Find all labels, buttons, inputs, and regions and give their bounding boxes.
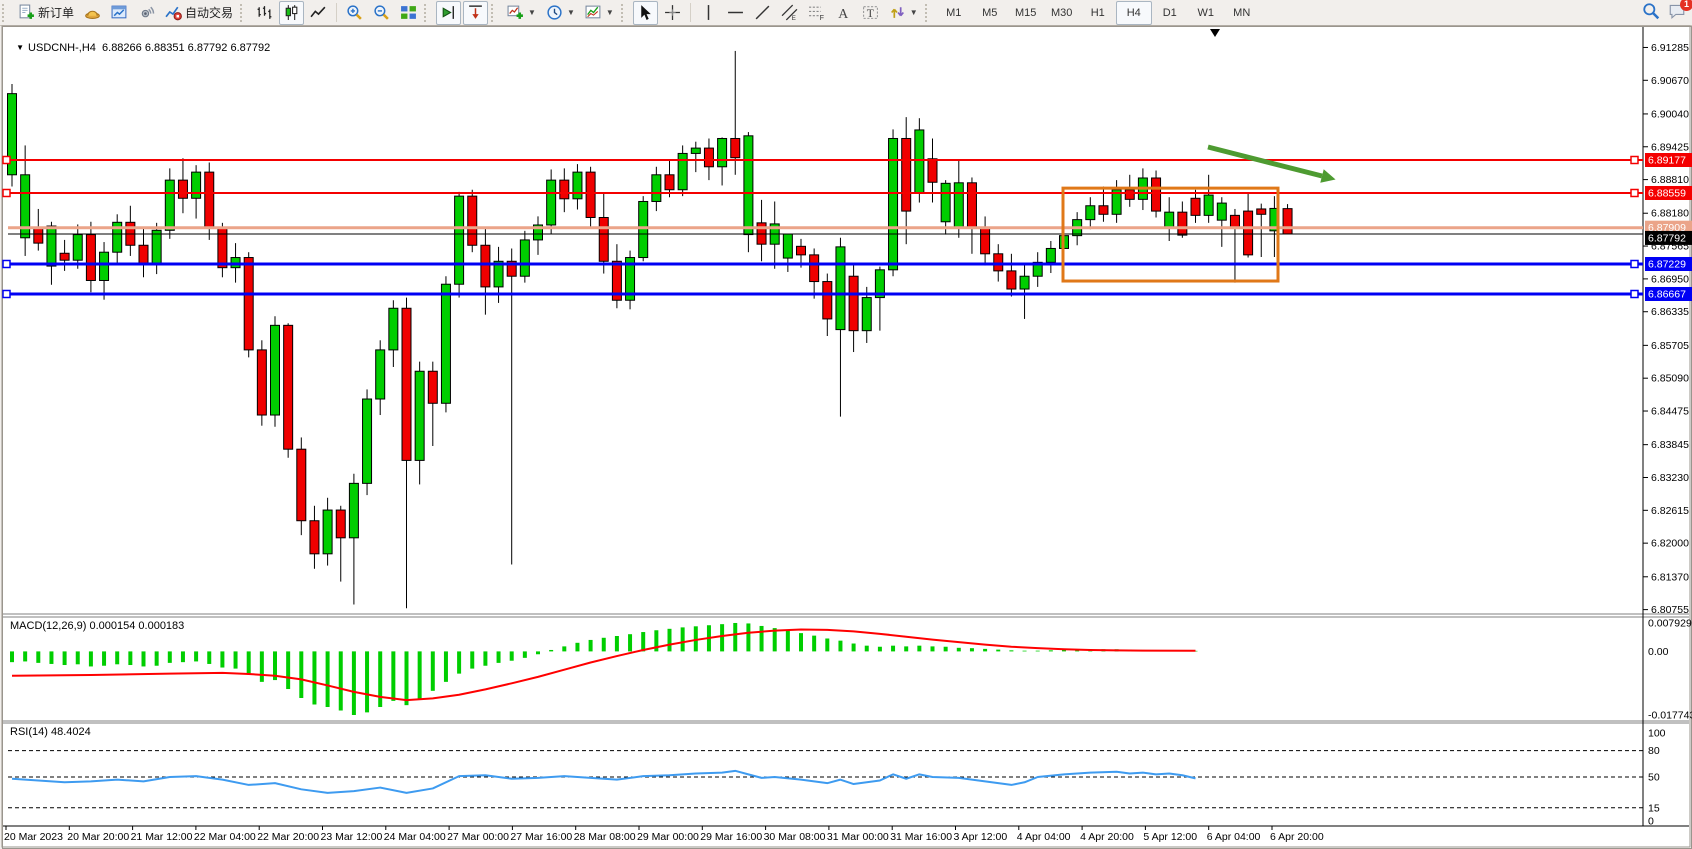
chevron-down-icon: ▼ [528, 8, 536, 17]
timeframe-button-H4[interactable]: H4 [1116, 1, 1152, 25]
crosshair-button[interactable] [660, 1, 685, 25]
toolbar-separator [336, 3, 337, 22]
chart-window[interactable] [2, 26, 1692, 849]
svg-text:A: A [838, 6, 848, 21]
text-icon: A [835, 4, 852, 21]
label-icon: T [862, 4, 879, 21]
candlestick-chart-button[interactable] [279, 1, 304, 25]
channel-icon: E [781, 4, 798, 21]
autoscroll-button[interactable] [436, 1, 461, 25]
chart-title: ▼ USDCNH-,H4 6.88266 6.88351 6.87792 6.87… [10, 30, 270, 54]
timeframe-button-D1[interactable]: D1 [1152, 1, 1188, 25]
periods-icon [546, 4, 563, 21]
svg-text:T: T [867, 7, 874, 20]
profile-button[interactable] [80, 1, 105, 25]
text-button[interactable]: A [831, 1, 856, 25]
crosshair-icon [664, 4, 681, 21]
new-order-button[interactable]: 新订单 [14, 1, 78, 25]
svg-text:E: E [791, 15, 795, 21]
shapes-icon [889, 4, 906, 21]
toolbar-grip[interactable] [240, 4, 247, 22]
indicators-button[interactable]: ▼ [503, 1, 540, 25]
fibonacci-button[interactable]: F [804, 1, 829, 25]
search-icon [1642, 2, 1660, 20]
svg-text:F: F [819, 15, 823, 21]
chart-window-icon [111, 4, 128, 21]
mt4-terminal-window: { "toolbar": { "new_order_label": "新订单",… [0, 0, 1692, 849]
vertical-line-icon [700, 4, 717, 21]
channel-button[interactable]: E [777, 1, 802, 25]
timeframe-button-M30[interactable]: M30 [1044, 1, 1080, 25]
chevron-down-icon: ▼ [567, 8, 575, 17]
toolbar-grip[interactable] [491, 4, 498, 22]
new-order-label: 新订单 [38, 4, 74, 21]
signal-icon [138, 4, 155, 21]
toolbar-grip[interactable] [2, 4, 9, 22]
line-chart-button[interactable] [306, 1, 331, 25]
timeframe-button-W1[interactable]: W1 [1188, 1, 1224, 25]
bar-chart-icon [256, 4, 273, 21]
cursor-button[interactable] [633, 1, 658, 25]
indicators-icon [507, 4, 524, 21]
autoscroll-icon [440, 4, 457, 21]
templates-button[interactable]: ▼ [581, 1, 618, 25]
main-toolbar: 新订单 自动交易 [0, 0, 1692, 26]
timeframe-button-M1[interactable]: M1 [936, 1, 972, 25]
signals-button[interactable] [134, 1, 159, 25]
symbol-name: USDCNH-,H4 [28, 42, 96, 54]
autotrade-label: 自动交易 [185, 4, 233, 21]
tile-windows-icon [400, 4, 417, 21]
bar-chart-button[interactable] [252, 1, 277, 25]
search-button[interactable] [1642, 2, 1660, 23]
hat-icon [84, 4, 101, 21]
zoom-in-icon [346, 4, 363, 21]
timeframe-button-MN[interactable]: MN [1224, 1, 1260, 25]
templates-icon [585, 4, 602, 21]
zoom-in-button[interactable] [342, 1, 367, 25]
candlestick-icon [283, 4, 300, 21]
notification-badge: 1 [1680, 0, 1692, 11]
horizontal-line-icon [727, 4, 744, 21]
trendline-icon [754, 4, 771, 21]
line-chart-icon [310, 4, 327, 21]
toolbar-grip[interactable] [424, 4, 431, 22]
zoom-out-button[interactable] [369, 1, 394, 25]
zoom-out-icon [373, 4, 390, 21]
new-chart-button[interactable] [107, 1, 132, 25]
trendline-button[interactable] [750, 1, 775, 25]
chevron-down-icon: ▼ [910, 8, 918, 17]
chart-shift-button[interactable] [463, 1, 488, 25]
timeframe-button-M5[interactable]: M5 [972, 1, 1008, 25]
rsi-indicator-label: RSI(14) 48.4024 [10, 726, 91, 738]
periods-button[interactable]: ▼ [542, 1, 579, 25]
cursor-icon [637, 4, 654, 21]
horizontal-line-button[interactable] [723, 1, 748, 25]
chart-shift-icon [467, 4, 484, 21]
notifications-button[interactable]: 1 [1668, 2, 1686, 23]
autotrade-button[interactable]: 自动交易 [161, 1, 237, 25]
new-order-icon [18, 4, 35, 21]
timeframe-button-H1[interactable]: H1 [1080, 1, 1116, 25]
toolbar-separator [690, 3, 691, 22]
ohlc-values: 6.88266 6.88351 6.87792 6.87792 [102, 42, 270, 54]
chevron-down-icon: ▼ [606, 8, 614, 17]
timeframe-button-M15[interactable]: M15 [1008, 1, 1044, 25]
macd-indicator-label: MACD(12,26,9) 0.000154 0.000183 [10, 620, 184, 632]
autotrade-icon [165, 4, 182, 21]
symbol-dropdown-icon[interactable]: ▼ [16, 43, 24, 52]
toolbar-grip[interactable] [621, 4, 628, 22]
label-button[interactable]: T [858, 1, 883, 25]
toolbar-grip[interactable] [925, 4, 932, 22]
fibonacci-icon: F [808, 4, 825, 21]
shapes-button[interactable]: ▼ [885, 1, 922, 25]
timeframe-toolbar: M1M5M15M30H1H4D1W1MN [936, 1, 1260, 25]
vertical-line-button[interactable] [696, 1, 721, 25]
tile-windows-button[interactable] [396, 1, 421, 25]
